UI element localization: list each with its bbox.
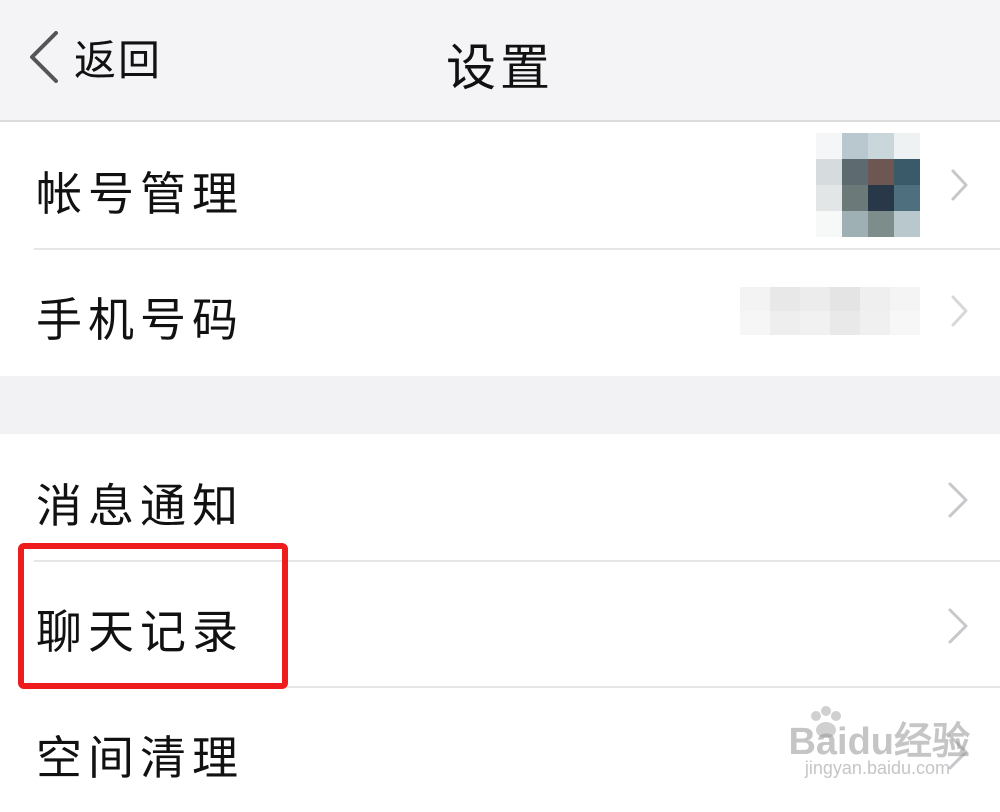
chevron-right-icon bbox=[948, 608, 968, 644]
chevron-right-icon bbox=[948, 482, 968, 518]
phone-value bbox=[720, 248, 960, 374]
settings-item-chat-history[interactable]: 聊天记录 bbox=[0, 560, 1000, 686]
pixelated-phone-number bbox=[740, 287, 920, 335]
settings-item-label: 消息通知 bbox=[36, 479, 244, 533]
navigation-bar: 返回 设置 bbox=[0, 0, 1000, 122]
chevron-right-icon bbox=[951, 169, 968, 201]
pixelated-avatar bbox=[816, 133, 920, 237]
account-group: 帐号管理 手机号码 bbox=[0, 122, 1000, 376]
page-title: 设置 bbox=[446, 39, 554, 97]
chevron-right-icon bbox=[951, 295, 968, 327]
chevron-right-icon bbox=[948, 734, 968, 770]
settings-item-label: 聊天记录 bbox=[36, 605, 244, 659]
settings-item-phone[interactable]: 手机号码 bbox=[0, 248, 1000, 374]
settings-item-label: 手机号码 bbox=[36, 293, 244, 347]
general-group: 消息通知 聊天记录 空间清理 bbox=[0, 434, 1000, 812]
settings-item-account[interactable]: 帐号管理 bbox=[0, 122, 1000, 248]
avatar bbox=[720, 122, 960, 248]
settings-item-storage-cleanup[interactable]: 空间清理 bbox=[0, 686, 1000, 812]
settings-item-label: 空间清理 bbox=[36, 731, 244, 785]
settings-item-notifications[interactable]: 消息通知 bbox=[0, 434, 1000, 560]
settings-item-label: 帐号管理 bbox=[36, 167, 244, 221]
